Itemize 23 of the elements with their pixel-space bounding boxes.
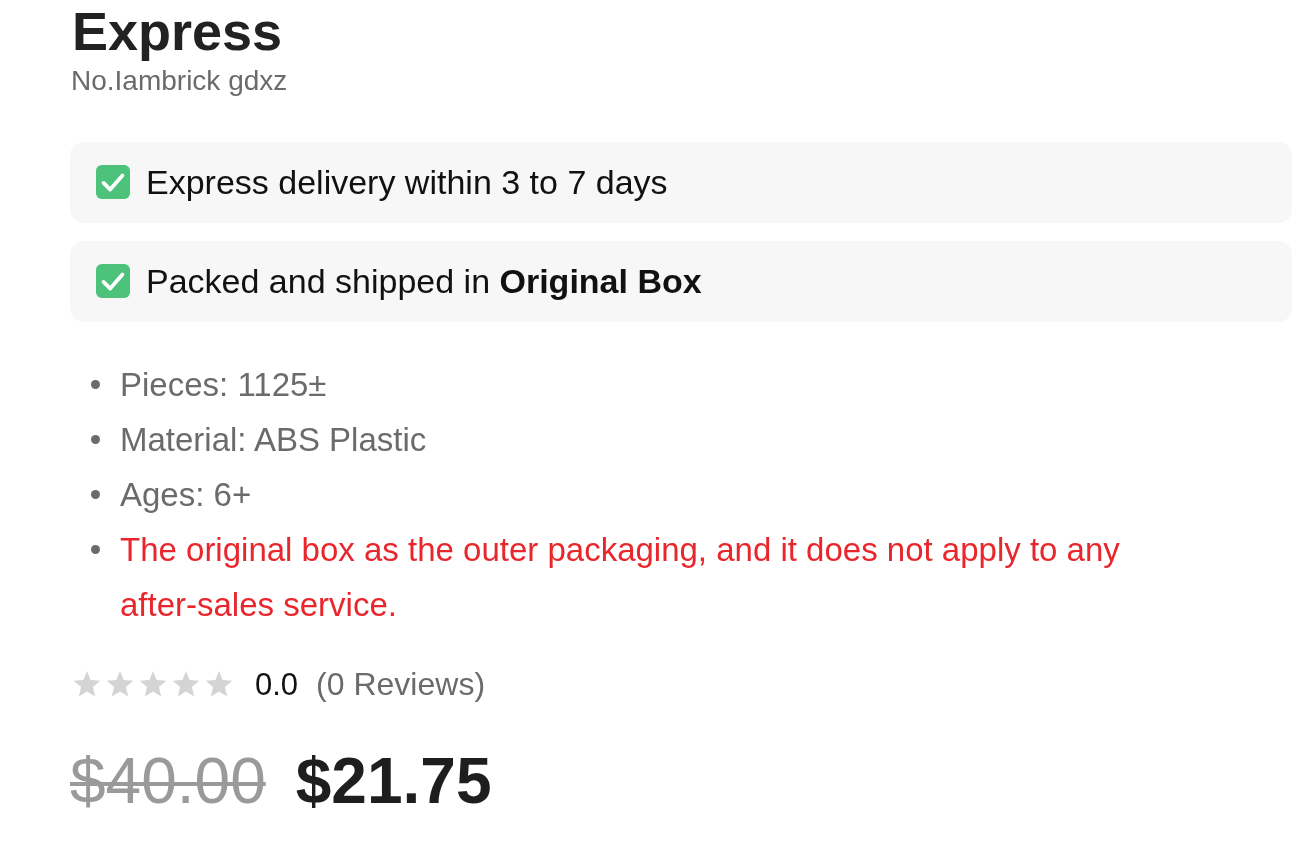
rating-score: 0.0 [255,666,299,703]
product-title: Express [72,0,284,63]
bullet-icon [91,544,100,554]
product-code: No.Iambrick gdxz [71,64,289,98]
original-price: $40.00 [70,743,266,819]
star-icon [73,671,101,699]
review-count: (0 Reviews) [316,666,486,704]
check-mark-icon [96,165,130,200]
check-mark-icon [96,264,130,299]
bullet-icon [91,434,100,444]
sale-price: $21.75 [295,743,492,819]
bullet-icon [91,489,100,499]
star-icon [139,671,167,699]
spec-text: Ages: 6+ [120,474,252,515]
warning-text: The original box as the outer packaging, and it does not apply to any after-sales service. [120,529,1121,625]
feature-text: Packed and shipped in Original Box [146,261,702,301]
star-icon [205,671,233,699]
star-icon [172,671,200,699]
bullet-icon [91,379,100,389]
feature-text: Express delivery within 3 to 7 days [146,162,668,202]
star-icon [106,671,134,699]
spec-text: Pieces: 1125± [120,364,327,405]
spec-text: Material: ABS Plastic [120,419,427,460]
